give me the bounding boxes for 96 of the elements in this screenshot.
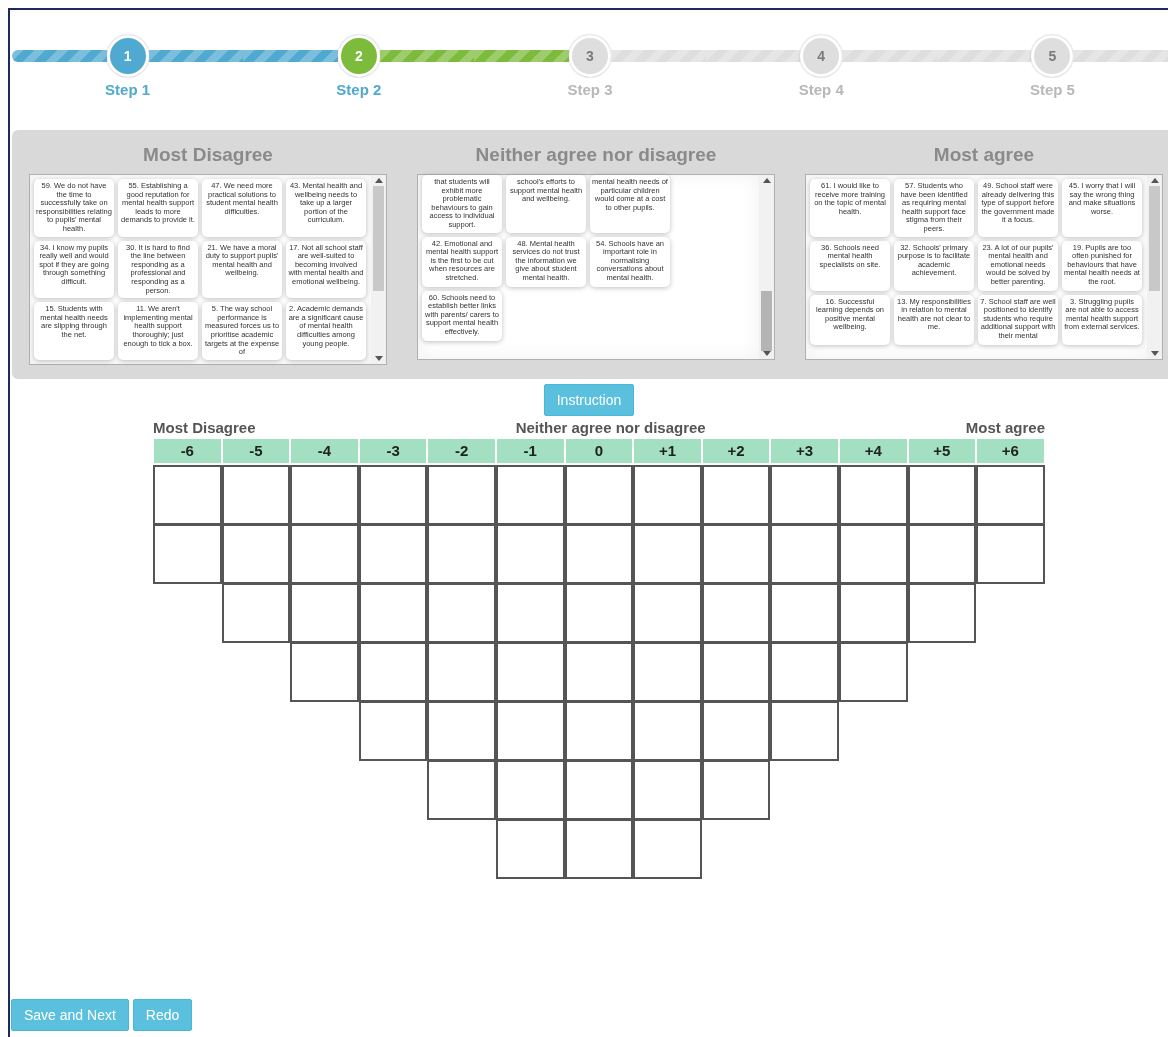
panel-title: Neither agree nor disagree — [475, 144, 717, 166]
step-label: Step 4 — [798, 81, 844, 98]
step-label: Step 1 — [105, 81, 151, 98]
scale-label: Most agree — [965, 418, 1045, 436]
scroll-thumb[interactable] — [373, 186, 384, 291]
panel-title: Most agree — [933, 144, 1035, 166]
sort-slot[interactable] — [701, 641, 771, 702]
sort-slot[interactable] — [701, 523, 771, 584]
sort-slot[interactable] — [221, 464, 291, 525]
step-label: Step 3 — [567, 81, 613, 98]
sort-slot[interactable] — [907, 523, 977, 584]
sort-slot[interactable] — [701, 700, 771, 761]
sort-slot[interactable] — [290, 523, 359, 584]
scale-label: Neither agree nor disagree — [515, 418, 706, 436]
sort-slot[interactable] — [495, 641, 565, 702]
sort-slot[interactable] — [633, 700, 702, 761]
sort-slot[interactable] — [290, 641, 359, 702]
scroll-up-icon[interactable] — [762, 178, 771, 183]
step-label: Step 2 — [336, 81, 382, 98]
sort-slot[interactable] — [838, 641, 908, 702]
column-header: +1 — [633, 437, 702, 464]
column-header: -5 — [221, 437, 291, 464]
scrollbar[interactable] — [759, 175, 774, 359]
sort-slot[interactable] — [495, 523, 565, 584]
sort-slot[interactable] — [770, 641, 839, 702]
column-header: -6 — [153, 437, 222, 464]
sort-slot[interactable] — [427, 641, 496, 702]
sort-slot[interactable] — [633, 523, 702, 584]
sort-slot[interactable] — [564, 700, 634, 761]
scroll-down-icon[interactable] — [1150, 351, 1159, 356]
sort-slot[interactable] — [564, 759, 634, 820]
sort-slot[interactable] — [427, 523, 496, 584]
sort-slot[interactable] — [153, 464, 222, 525]
sort-slot[interactable] — [633, 641, 702, 702]
sort-slot[interactable] — [976, 464, 1045, 525]
scroll-thumb[interactable] — [1149, 186, 1160, 291]
sort-slot[interactable] — [564, 464, 634, 525]
sort-slot[interactable] — [770, 700, 839, 761]
sort-slot[interactable] — [153, 523, 222, 584]
scroll-up-icon[interactable] — [374, 178, 383, 183]
scroll-thumb[interactable] — [761, 291, 772, 351]
scrollbar[interactable] — [371, 175, 386, 364]
sort-slot[interactable] — [221, 582, 291, 643]
sort-slot[interactable] — [564, 818, 634, 879]
sort-slot[interactable] — [358, 464, 428, 525]
scroll-up-icon[interactable] — [1150, 178, 1159, 183]
sort-slot[interactable] — [907, 582, 977, 643]
sort-slot[interactable] — [358, 700, 428, 761]
column-header: +5 — [907, 437, 977, 464]
step-label: Step 5 — [1029, 81, 1075, 98]
panel-title: Most Disagree — [143, 144, 273, 166]
sort-slot[interactable] — [701, 759, 771, 820]
column-header: +6 — [976, 437, 1045, 464]
sort-slot[interactable] — [427, 464, 496, 525]
scroll-down-icon[interactable] — [374, 355, 383, 361]
sort-slot[interactable] — [495, 759, 565, 820]
column-header: -4 — [290, 437, 359, 464]
sort-slot[interactable] — [770, 523, 839, 584]
column-header: +3 — [770, 437, 839, 464]
sort-slot[interactable] — [290, 582, 359, 643]
sort-slot[interactable] — [358, 523, 428, 584]
sort-slot[interactable] — [770, 464, 839, 525]
sort-slot[interactable] — [701, 464, 771, 525]
sort-slot[interactable] — [495, 700, 565, 761]
sort-slot[interactable] — [358, 641, 428, 702]
sort-slot[interactable] — [427, 700, 496, 761]
column-header: +2 — [701, 437, 771, 464]
sort-slot[interactable] — [838, 582, 908, 643]
sort-slot[interactable] — [838, 523, 908, 584]
scrollbar[interactable] — [1147, 175, 1162, 359]
sort-slot[interactable] — [358, 582, 428, 643]
sort-slot[interactable] — [633, 818, 702, 879]
sort-slot[interactable] — [838, 464, 908, 525]
column-header: -2 — [427, 437, 496, 464]
sort-slot[interactable] — [290, 464, 359, 525]
sort-slot[interactable] — [495, 582, 565, 643]
sort-slot[interactable] — [495, 464, 565, 525]
sort-slot[interactable] — [564, 523, 634, 584]
sort-slot[interactable] — [427, 759, 496, 820]
sort-slot[interactable] — [564, 582, 634, 643]
column-header: 0 — [564, 437, 634, 464]
sort-slot[interactable] — [633, 759, 702, 820]
sort-slot[interactable] — [701, 582, 771, 643]
sort-slot[interactable] — [564, 641, 634, 702]
sort-slot[interactable] — [495, 818, 565, 879]
sort-slot[interactable] — [427, 582, 496, 643]
sort-slot[interactable] — [633, 464, 702, 525]
sort-slot[interactable] — [770, 582, 839, 643]
column-header: -3 — [358, 437, 428, 464]
column-header: +4 — [838, 437, 908, 464]
sort-slot[interactable] — [633, 582, 702, 643]
sort-slot[interactable] — [976, 523, 1045, 584]
scale-label: Most Disagree — [153, 418, 256, 436]
sort-slot[interactable] — [221, 523, 291, 584]
sort-slot[interactable] — [907, 464, 977, 525]
column-header: -1 — [495, 437, 565, 464]
